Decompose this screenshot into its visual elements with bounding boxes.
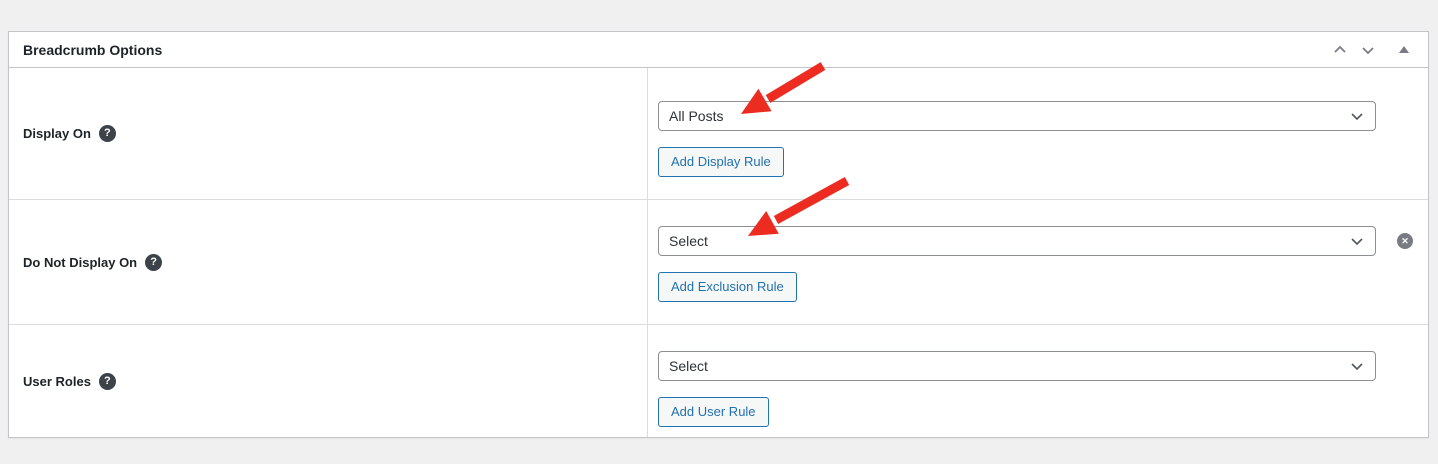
select-value: All Posts: [669, 108, 723, 124]
clear-rule-icon[interactable]: ✕: [1397, 233, 1413, 249]
do-not-display-on-label: Do Not Display On: [23, 255, 137, 270]
add-display-rule-button[interactable]: Add Display Rule: [658, 147, 784, 177]
select-value: Select: [669, 233, 708, 249]
do-not-display-on-select[interactable]: Select: [658, 226, 1376, 256]
panel-handle-actions: [1326, 36, 1414, 64]
move-down-button[interactable]: [1354, 36, 1382, 64]
do-not-display-on-label-cell: Do Not Display On ?: [9, 200, 648, 324]
form-row-user-roles: User Roles ? Select Add User Rule: [9, 325, 1428, 437]
move-up-button[interactable]: [1326, 36, 1354, 64]
user-roles-field-cell: Select Add User Rule: [648, 325, 1428, 437]
help-icon[interactable]: ?: [99, 373, 116, 390]
user-roles-select[interactable]: Select: [658, 351, 1376, 381]
do-not-display-on-field-cell: Select Add Exclusion Rule ✕: [648, 200, 1428, 324]
panel-header: Breadcrumb Options: [9, 32, 1428, 68]
display-on-label-cell: Display On ?: [9, 68, 648, 199]
help-icon[interactable]: ?: [99, 125, 116, 142]
user-roles-label: User Roles: [23, 374, 91, 389]
breadcrumb-options-panel: Breadcrumb Options Display On ? All Post…: [8, 31, 1429, 438]
display-on-select[interactable]: All Posts: [658, 101, 1376, 131]
chevron-up-icon: [1332, 42, 1348, 58]
user-roles-label-cell: User Roles ?: [9, 325, 648, 437]
toggle-panel-button[interactable]: [1394, 36, 1414, 64]
add-user-rule-button[interactable]: Add User Rule: [658, 397, 769, 427]
form-row-do-not-display-on: Do Not Display On ? Select Add Exclusion…: [9, 200, 1428, 325]
panel-title: Breadcrumb Options: [23, 42, 162, 58]
chevron-down-icon: [1360, 42, 1376, 58]
chevron-down-icon: [1349, 108, 1365, 124]
help-icon[interactable]: ?: [145, 254, 162, 271]
chevron-down-icon: [1349, 233, 1365, 249]
display-on-field-cell: All Posts Add Display Rule: [648, 68, 1428, 199]
add-exclusion-rule-button[interactable]: Add Exclusion Rule: [658, 272, 797, 302]
form-row-display-on: Display On ? All Posts Add Display Rule: [9, 68, 1428, 200]
triangle-up-icon: [1399, 46, 1409, 53]
chevron-down-icon: [1349, 358, 1365, 374]
select-value: Select: [669, 358, 708, 374]
display-on-label: Display On: [23, 126, 91, 141]
